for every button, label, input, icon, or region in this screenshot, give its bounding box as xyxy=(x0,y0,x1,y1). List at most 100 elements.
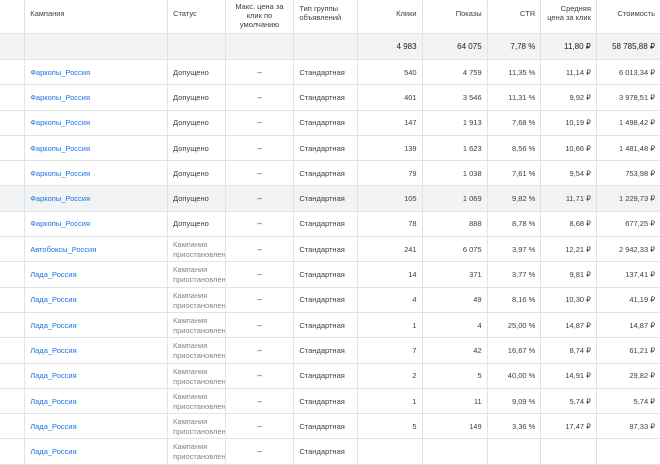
max-cpc-cell[interactable]: – xyxy=(226,85,295,110)
row-select-cell[interactable] xyxy=(0,338,26,363)
row-select-cell[interactable] xyxy=(0,237,26,262)
max-cpc-cell[interactable]: – xyxy=(226,262,295,287)
avg-cpc-cell xyxy=(541,439,597,464)
max-cpc-cell[interactable]: – xyxy=(226,211,295,237)
table-row[interactable]: Лада_Россия Кампания приостановлена – Ст… xyxy=(0,287,660,313)
table-row[interactable]: Фаркопы_Россия Допущено – Стандартная 54… xyxy=(0,60,660,86)
row-select-cell[interactable] xyxy=(0,287,26,312)
campaign-link[interactable]: Лада_Россия xyxy=(30,270,76,279)
campaign-link[interactable]: Лада_Россия xyxy=(30,422,76,431)
table-row[interactable]: Фаркопы_Россия Допущено – Стандартная 13… xyxy=(0,135,660,162)
table-row[interactable]: Лада_Россия Кампания приостановлена – Ст… xyxy=(0,338,660,364)
ad-group-type-cell: Стандартная xyxy=(294,186,358,211)
row-select-cell[interactable] xyxy=(0,186,26,211)
max-cpc-cell[interactable]: – xyxy=(226,388,295,414)
cost-cell: 29,82 ₽ xyxy=(629,371,655,381)
table-row[interactable]: Лада_Россия Кампания приостановлена – Ст… xyxy=(0,439,660,465)
max-cpc-cell[interactable]: – xyxy=(226,439,295,464)
campaign-link[interactable]: Лада_Россия xyxy=(30,397,76,406)
status-cell: Кампания приостановлена xyxy=(168,363,226,388)
campaign-link[interactable]: Лада_Россия xyxy=(30,295,76,304)
campaign-link[interactable]: Лада_Россия xyxy=(30,321,76,330)
max-cpc-cell[interactable]: – xyxy=(226,414,295,439)
campaign-link[interactable]: Лада_Россия xyxy=(30,346,76,355)
avg-cpc-cell: 10,19 ₽ xyxy=(541,110,597,135)
max-cpc-cell[interactable]: – xyxy=(226,161,295,186)
table-row[interactable]: Фаркопы_Россия Допущено – Стандартная 78… xyxy=(0,211,660,238)
status-cell: Допущено xyxy=(168,110,226,135)
header-cost[interactable]: Стоимость xyxy=(597,0,660,33)
max-cpc-cell[interactable]: – xyxy=(226,60,295,85)
cost-cell: 87,33 ₽ xyxy=(629,421,655,431)
impressions-cell: 1 069 xyxy=(423,186,488,211)
ad-group-type-cell: Стандартная xyxy=(294,312,358,338)
max-cpc-cell[interactable]: – xyxy=(226,338,295,363)
row-select-cell[interactable] xyxy=(0,414,26,439)
max-cpc-cell[interactable]: – xyxy=(226,287,295,312)
row-select-cell[interactable] xyxy=(0,312,26,338)
max-cpc-cell[interactable]: – xyxy=(226,135,295,161)
header-ctr[interactable]: CTR xyxy=(488,0,542,33)
row-select-cell[interactable] xyxy=(0,363,26,388)
header-impressions[interactable]: Показы xyxy=(423,0,488,33)
ad-group-type-cell: Стандартная xyxy=(294,287,358,312)
max-cpc-cell[interactable]: – xyxy=(226,110,295,135)
table-row[interactable]: Лада_Россия Кампания приостановлена – Ст… xyxy=(0,388,660,415)
table-row[interactable]: Фаркопы_Россия Допущено – Стандартная 10… xyxy=(0,186,660,212)
status-cell: Кампания приостановлена xyxy=(168,338,226,363)
header-avg-cpc[interactable]: Средняя цена за клик xyxy=(541,0,597,33)
row-select-cell[interactable] xyxy=(0,211,26,237)
row-select-cell[interactable] xyxy=(0,135,26,161)
row-select-cell[interactable] xyxy=(0,85,26,110)
campaign-link[interactable]: Автобоксы_Россия xyxy=(30,245,96,254)
campaign-link[interactable]: Фаркопы_Россия xyxy=(30,219,90,228)
max-cpc-cell[interactable]: – xyxy=(226,186,295,211)
cost-cell: 1 498,42 ₽ xyxy=(618,118,655,128)
ctr-cell: 8,78 % xyxy=(488,211,542,237)
table-header-row: Кампания Статус Макс. цена за клик по ум… xyxy=(0,0,660,34)
header-ad-group-type[interactable]: Тип группы объявлений xyxy=(294,0,358,33)
clicks-cell: 4 xyxy=(358,287,423,312)
header-clicks[interactable]: Клики xyxy=(358,0,423,33)
avg-cpc-cell: 12,21 ₽ xyxy=(541,237,597,262)
campaign-link[interactable]: Фаркопы_Россия xyxy=(30,68,90,77)
campaign-link[interactable]: Лада_Россия xyxy=(30,371,76,380)
avg-cpc-cell: 14,91 ₽ xyxy=(541,363,597,388)
table-row[interactable]: Лада_Россия Кампания приостановлена – Ст… xyxy=(0,262,660,288)
campaign-link[interactable]: Лада_Россия xyxy=(30,447,76,456)
row-select-cell[interactable] xyxy=(0,161,26,186)
clicks-cell: 79 xyxy=(358,161,423,186)
status-cell: Допущено xyxy=(168,186,226,211)
max-cpc-cell[interactable]: – xyxy=(226,237,295,262)
totals-clicks: 4 983 xyxy=(358,34,423,59)
ad-group-type-cell: Стандартная xyxy=(294,161,358,186)
ctr-cell: 11,35 % xyxy=(488,60,542,85)
campaign-link[interactable]: Фаркопы_Россия xyxy=(30,144,90,153)
campaign-link[interactable]: Фаркопы_Россия xyxy=(30,118,90,127)
table-row[interactable]: Фаркопы_Россия Допущено – Стандартная 79… xyxy=(0,161,660,187)
table-row[interactable]: Лада_Россия Кампания приостановлена – Ст… xyxy=(0,312,660,339)
status-cell: Допущено xyxy=(168,85,226,110)
table-row[interactable]: Лада_Россия Кампания приостановлена – Ст… xyxy=(0,363,660,389)
row-select-cell[interactable] xyxy=(0,439,26,464)
row-select-cell[interactable] xyxy=(0,388,26,414)
header-max-cpc[interactable]: Макс. цена за клик по умолчанию xyxy=(226,0,295,33)
campaign-link[interactable]: Фаркопы_Россия xyxy=(30,93,90,102)
row-select-cell[interactable] xyxy=(0,110,26,135)
header-campaign[interactable]: Кампания xyxy=(25,0,169,33)
campaign-link[interactable]: Фаркопы_Россия xyxy=(30,194,90,203)
header-status[interactable]: Статус xyxy=(168,0,226,33)
cost-cell: 14,87 ₽ xyxy=(629,320,655,330)
campaign-link[interactable]: Фаркопы_Россия xyxy=(30,169,90,178)
table-row[interactable]: Фаркопы_Россия Допущено – Стандартная 14… xyxy=(0,110,660,136)
clicks-cell: 1 xyxy=(358,388,423,414)
avg-cpc-cell: 11,71 ₽ xyxy=(541,186,597,211)
max-cpc-cell[interactable]: – xyxy=(226,312,295,338)
table-row[interactable]: Лада_Россия Кампания приостановлена – Ст… xyxy=(0,414,660,440)
row-select-cell[interactable] xyxy=(0,262,26,287)
table-row[interactable]: Автобоксы_Россия Кампания приостановлена… xyxy=(0,237,660,263)
max-cpc-cell[interactable]: – xyxy=(226,363,295,388)
totals-cost: 58 785,88 ₽ xyxy=(612,42,655,51)
table-row[interactable]: Фаркопы_Россия Допущено – Стандартная 40… xyxy=(0,85,660,111)
row-select-cell[interactable] xyxy=(0,60,26,85)
